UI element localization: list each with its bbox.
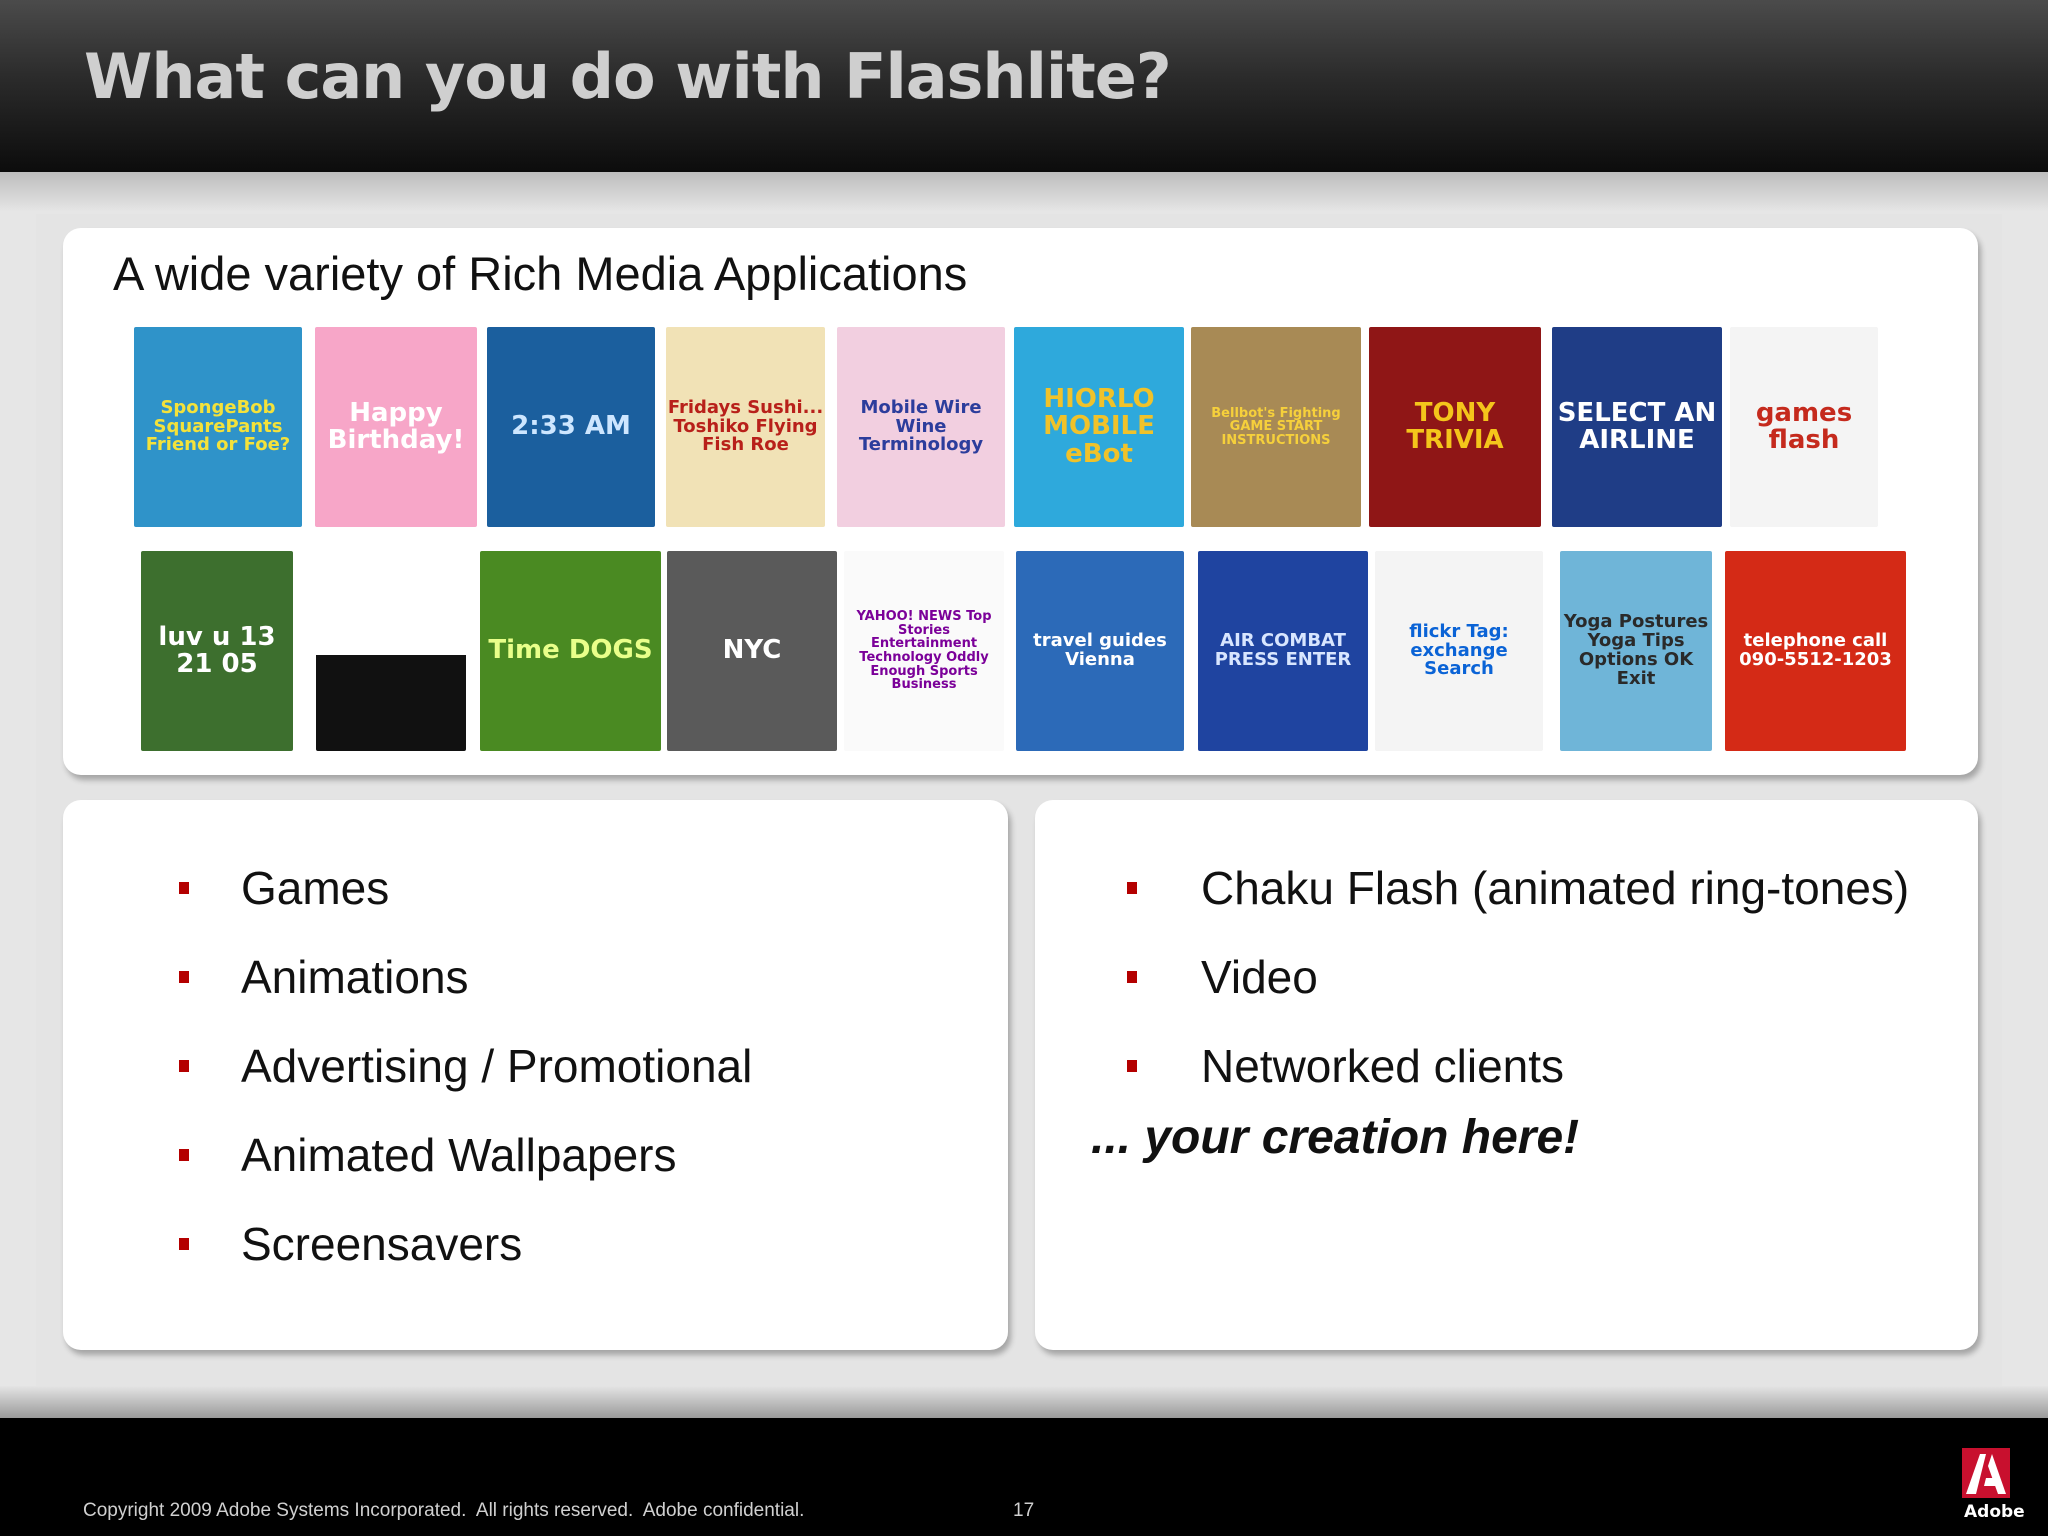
app-thumbnail: travel guides Vienna (1016, 551, 1184, 751)
bullet-icon (179, 1149, 189, 1161)
use-case-list-left: Games Animations Advertising / Promotion… (115, 844, 752, 1289)
list-item-label: Chaku Flash (animated ring-tones) (1201, 862, 1910, 914)
applications-panel: A wide variety of Rich Media Application… (63, 228, 1978, 775)
list-item-label: Animated Wallpapers (241, 1129, 677, 1181)
list-item-label: Screensavers (241, 1218, 523, 1270)
app-thumbnail: telephone call 090-5512-1203 (1725, 551, 1906, 751)
list-item: Games (115, 844, 752, 933)
list-item: Screensavers (115, 1200, 752, 1289)
section-heading: A wide variety of Rich Media Application… (113, 247, 968, 300)
app-thumbnail: Bellbot's Fighting GAME START INSTRUCTIO… (1191, 327, 1361, 527)
bullet-icon (179, 971, 189, 983)
app-thumbnail: HIORLO MOBILE eBot (1014, 327, 1184, 527)
list-item: Video (1091, 933, 1909, 1022)
app-thumbnail: Mobile Wire Wine Terminology (837, 327, 1005, 527)
app-thumbnail: AIR COMBAT PRESS ENTER (1198, 551, 1368, 751)
app-thumbnail: 2:33 AM (487, 327, 655, 527)
app-thumbnail: SpongeBob SquarePants Friend or Foe? (134, 327, 302, 527)
bullet-icon (179, 1060, 189, 1072)
list-item: Animations (115, 933, 752, 1022)
app-thumbnail: flickr Tag: exchange Search (1375, 551, 1543, 751)
list-item-label: Animations (241, 951, 469, 1003)
list-item-label: Video (1201, 951, 1318, 1003)
adobe-logo-icon (1962, 1448, 2010, 1498)
app-thumbnail: games flash (1730, 327, 1878, 527)
use-cases-panel-right: Chaku Flash (animated ring-tones) Video … (1035, 800, 1978, 1350)
list-item: Networked clients (1091, 1022, 1909, 1111)
slide-header: What can you do with Flashlite? (0, 0, 2048, 172)
use-cases-panel-left: Games Animations Advertising / Promotion… (63, 800, 1008, 1350)
list-item: Chaku Flash (animated ring-tones) (1091, 844, 1909, 933)
app-thumbnail (316, 551, 466, 751)
slide-footer: Copyright 2009 Adobe Systems Incorporate… (0, 1418, 2048, 1536)
bullet-icon (1127, 882, 1137, 894)
tagline: ... your creation here! (1091, 1111, 1580, 1164)
adobe-wordmark: Adobe (1964, 1502, 2025, 1522)
app-thumbnail: Time DOGS (480, 551, 661, 751)
app-thumbnail: Yoga Postures Yoga Tips Options OK Exit (1560, 551, 1712, 751)
slide-title: What can you do with Flashlite? (84, 40, 1172, 113)
list-item: Animated Wallpapers (115, 1111, 752, 1200)
header-shadow (0, 172, 2048, 212)
list-item-label: Networked clients (1201, 1040, 1565, 1092)
app-thumbnail: luv u 13 21 05 (141, 551, 293, 751)
footer-shadow (0, 1386, 2048, 1418)
list-item: Advertising / Promotional (115, 1022, 752, 1111)
list-item-label: Advertising / Promotional (241, 1040, 753, 1092)
app-thumbnail: Happy Birthday! (315, 327, 477, 527)
app-thumbnail: YAHOO! NEWS Top Stories Entertainment Te… (844, 551, 1004, 751)
page-number: 17 (1013, 1500, 1035, 1521)
bullet-icon (179, 1238, 189, 1250)
app-thumbnail: Fridays Sushi... Toshiko Flying Fish Roe (666, 327, 825, 527)
app-thumbnail: NYC (667, 551, 837, 751)
copyright-text: Copyright 2009 Adobe Systems Incorporate… (83, 1500, 805, 1521)
list-item-label: Games (241, 862, 390, 914)
bullet-icon (1127, 971, 1137, 983)
bullet-icon (1127, 1060, 1137, 1072)
bullet-icon (179, 882, 189, 894)
use-case-list-right: Chaku Flash (animated ring-tones) Video … (1091, 844, 1909, 1111)
app-thumbnail: SELECT AN AIRLINE (1552, 327, 1722, 527)
app-thumbnail: TONY TRIVIA (1369, 327, 1541, 527)
